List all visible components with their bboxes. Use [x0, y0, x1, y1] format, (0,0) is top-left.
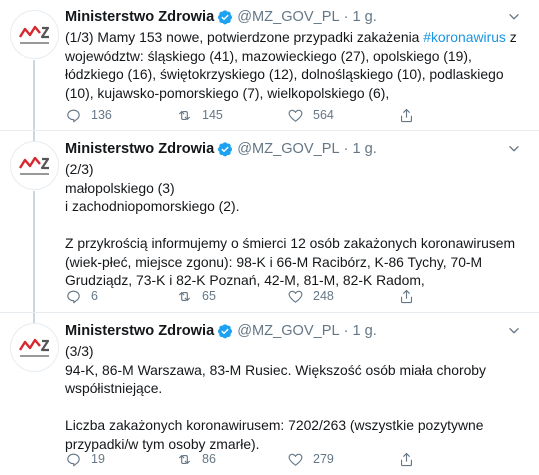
- reply-icon: [67, 109, 80, 122]
- tweet-text: (3/3) 94-K, 86-M Warszawa, 83-M Rusiec. …: [65, 343, 486, 452]
- tweet-text: (1/3) Mamy 153 nowe, potwierdzone przypa…: [65, 28, 527, 102]
- retweet-button[interactable]: 65: [176, 287, 216, 305]
- tweet-actions: 136 145 564: [65, 106, 485, 124]
- share-button[interactable]: [398, 106, 415, 124]
- retweet-count: 65: [202, 289, 216, 303]
- author-handle[interactable]: @MZ_GOV_PL: [237, 323, 339, 339]
- reply-count: 19: [91, 452, 105, 466]
- separator: ·: [343, 141, 349, 157]
- share-icon: [400, 289, 413, 303]
- tweet-header: Ministerstwo Zdrowia @MZ_GOV_PL · 1 g.: [65, 321, 377, 341]
- chevron-down-icon[interactable]: [507, 10, 521, 24]
- timestamp[interactable]: 1 g.: [352, 141, 376, 157]
- author-handle[interactable]: @MZ_GOV_PL: [237, 141, 339, 157]
- reply-button[interactable]: 19: [65, 450, 105, 468]
- reply-button[interactable]: 6: [65, 287, 98, 305]
- reply-icon: [67, 290, 80, 303]
- tweet-header: Ministerstwo Zdrowia @MZ_GOV_PL · 1 g.: [65, 139, 377, 159]
- verified-badge-icon: [218, 10, 233, 25]
- like-count: 248: [313, 289, 334, 303]
- author-name[interactable]: Ministerstwo Zdrowia: [65, 9, 214, 25]
- retweet-count: 86: [202, 452, 216, 466]
- avatar[interactable]: [10, 10, 59, 59]
- verified-badge-icon: [218, 142, 233, 157]
- timeline-feed: Ministerstwo Zdrowia @MZ_GOV_PL · 1 g. (…: [0, 0, 539, 475]
- share-button[interactable]: [398, 287, 415, 305]
- chevron-down-icon[interactable]: [507, 324, 521, 338]
- timestamp[interactable]: 1 g.: [352, 323, 376, 339]
- author-handle[interactable]: @MZ_GOV_PL: [237, 9, 339, 25]
- share-icon: [400, 452, 413, 466]
- verified-badge-icon: [218, 324, 233, 339]
- reply-icon: [67, 453, 80, 466]
- reply-count: 6: [91, 289, 98, 303]
- like-button[interactable]: 248: [287, 287, 334, 305]
- tweet-text-part: (1/3) Mamy 153 nowe, potwierdzone przypa…: [65, 29, 424, 45]
- share-button[interactable]: [398, 450, 415, 468]
- like-count: 564: [313, 108, 334, 122]
- reply-count: 136: [91, 108, 112, 122]
- heart-icon: [288, 109, 303, 122]
- tweet-header: Ministerstwo Zdrowia @MZ_GOV_PL · 1 g.: [65, 7, 377, 27]
- author-name[interactable]: Ministerstwo Zdrowia: [65, 323, 214, 339]
- like-count: 279: [313, 452, 334, 466]
- avatar[interactable]: [10, 141, 59, 190]
- tweet-3[interactable]: Ministerstwo Zdrowia @MZ_GOV_PL · 1 g. (…: [0, 313, 539, 475]
- hashtag-link[interactable]: #koronawirus: [423, 29, 506, 45]
- share-icon: [400, 108, 413, 122]
- heart-icon: [288, 453, 303, 466]
- tweet-1[interactable]: Ministerstwo Zdrowia @MZ_GOV_PL · 1 g. (…: [0, 0, 539, 131]
- retweet-button[interactable]: 86: [176, 450, 216, 468]
- tweet-actions: 19 86 279: [65, 450, 485, 468]
- tweet-text: (2/3) małopolskiego (3) i zachodniopomor…: [65, 161, 516, 288]
- retweet-icon: [178, 454, 191, 464]
- heart-icon: [288, 290, 303, 303]
- avatar[interactable]: [10, 323, 59, 372]
- retweet-icon: [178, 291, 191, 301]
- like-button[interactable]: 279: [287, 450, 334, 468]
- separator: ·: [343, 323, 349, 339]
- separator: ·: [343, 9, 349, 25]
- chevron-down-icon[interactable]: [507, 142, 521, 156]
- retweet-button[interactable]: 145: [176, 106, 223, 124]
- retweet-icon: [178, 110, 191, 120]
- tweet-actions: 6 65 248: [65, 287, 485, 305]
- tweet-2[interactable]: Ministerstwo Zdrowia @MZ_GOV_PL · 1 g. (…: [0, 131, 539, 313]
- retweet-count: 145: [202, 108, 223, 122]
- timestamp[interactable]: 1 g.: [352, 9, 376, 25]
- reply-button[interactable]: 136: [65, 106, 112, 124]
- author-name[interactable]: Ministerstwo Zdrowia: [65, 141, 214, 157]
- like-button[interactable]: 564: [287, 106, 334, 124]
